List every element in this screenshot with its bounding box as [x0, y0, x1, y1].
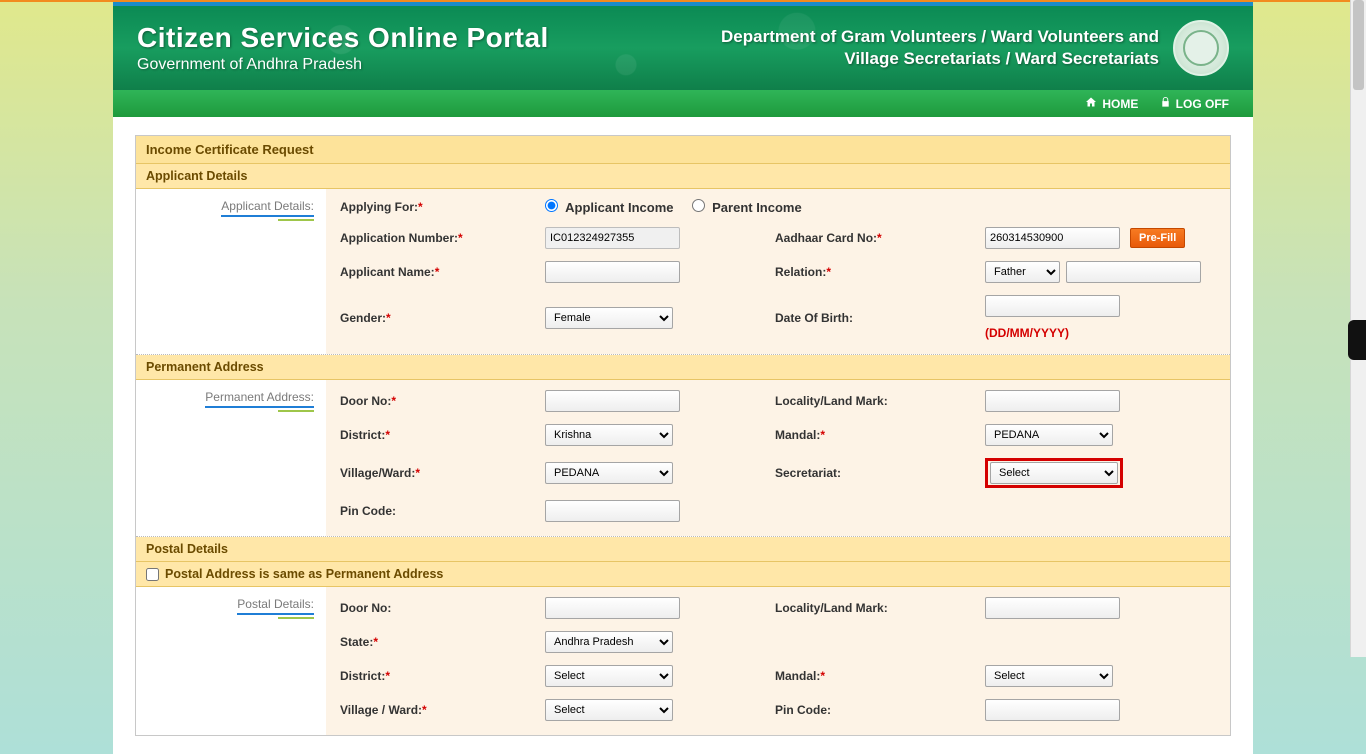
dob-label: Date Of Birth:: [775, 311, 853, 325]
scrollbar-thumb[interactable]: [1353, 0, 1364, 90]
postal-pincode-input[interactable]: [985, 699, 1120, 721]
postal-locality-input[interactable]: [985, 597, 1120, 619]
radio-applicant-income[interactable]: [545, 199, 558, 212]
relation-name-input[interactable]: [1066, 261, 1201, 283]
side-label-applicant-text: Applicant Details:: [221, 199, 314, 217]
panel-postal: Postal Details: Door No: Locality/Land M…: [136, 587, 1230, 735]
dob-hint: (DD/MM/YYYY): [985, 326, 1069, 340]
side-label-postal: Postal Details:: [136, 587, 326, 735]
dob-input[interactable]: [985, 295, 1120, 317]
page-wrapper: Citizen Services Online Portal Governmen…: [113, 2, 1253, 754]
postal-state-label: State:: [340, 635, 373, 649]
same-as-checkbox[interactable]: [146, 568, 159, 581]
perm-mandal-select[interactable]: PEDANA: [985, 424, 1113, 446]
perm-mandal-label: Mandal:: [775, 428, 820, 442]
prefill-button[interactable]: Pre-Fill: [1130, 228, 1185, 248]
radio-parent-income[interactable]: [692, 199, 705, 212]
logoff-link[interactable]: LOG OFF: [1160, 96, 1229, 111]
top-nav: HOME LOG OFF: [113, 90, 1253, 117]
secretariat-highlight: Select: [985, 458, 1123, 488]
postal-mandal-label: Mandal:: [775, 669, 820, 683]
gender-label: Gender:: [340, 311, 386, 325]
perm-village-select[interactable]: PEDANA: [545, 462, 673, 484]
relation-label: Relation:: [775, 265, 826, 279]
perm-pincode-input[interactable]: [545, 500, 680, 522]
dept-line-2: Village Secretariats / Ward Secretariats: [721, 48, 1159, 70]
section-postal-label: Postal Details: [146, 542, 228, 556]
gender-select[interactable]: Female: [545, 307, 673, 329]
side-label-applicant: Applicant Details:: [136, 189, 326, 354]
form-box: Income Certificate Request Applicant Det…: [135, 135, 1231, 736]
app-number-input: [545, 227, 680, 249]
applicant-name-label: Applicant Name:: [340, 265, 435, 279]
perm-door-input[interactable]: [545, 390, 680, 412]
radio-applicant-income-wrapper[interactable]: Applicant Income: [545, 199, 674, 215]
section-applicant-label: Applicant Details: [146, 169, 247, 183]
app-number-label: Application Number:: [340, 231, 458, 245]
radio-applicant-income-label: Applicant Income: [565, 200, 673, 215]
dept-line-1: Department of Gram Volunteers / Ward Vol…: [721, 26, 1159, 48]
postal-district-select[interactable]: Select: [545, 665, 673, 687]
applying-for-label: Applying For:: [340, 200, 418, 214]
postal-door-label: Door No:: [340, 601, 391, 615]
postal-pincode-label: Pin Code:: [775, 703, 831, 717]
logoff-link-label: LOG OFF: [1176, 97, 1229, 111]
perm-secretariat-label: Secretariat:: [775, 466, 841, 480]
side-label-postal-text: Postal Details:: [237, 597, 314, 615]
perm-locality-label: Locality/Land Mark:: [775, 394, 888, 408]
home-link[interactable]: HOME: [1085, 96, 1138, 111]
perm-pincode-label: Pin Code:: [340, 504, 396, 518]
lock-icon: [1160, 96, 1171, 111]
section-permanent-address: Permanent Address: [136, 355, 1230, 380]
side-label-permanent: Permanent Address:: [136, 380, 326, 536]
govt-seal-icon: [1173, 20, 1229, 76]
header-banner: Citizen Services Online Portal Governmen…: [113, 2, 1253, 90]
content-area: Income Certificate Request Applicant Det…: [113, 117, 1253, 754]
section-permanent-label: Permanent Address: [146, 360, 264, 374]
portal-subtitle: Government of Andhra Pradesh: [137, 56, 549, 74]
postal-village-label: Village / Ward:: [340, 703, 422, 717]
applicant-name-input[interactable]: [545, 261, 680, 283]
department-lines: Department of Gram Volunteers / Ward Vol…: [721, 26, 1159, 70]
postal-state-select[interactable]: Andhra Pradesh: [545, 631, 673, 653]
postal-door-input[interactable]: [545, 597, 680, 619]
radio-parent-income-wrapper[interactable]: Parent Income: [692, 199, 802, 215]
perm-secretariat-select[interactable]: Select: [990, 462, 1118, 484]
aadhaar-label: Aadhaar Card No:: [775, 231, 877, 245]
portal-title: Citizen Services Online Portal: [137, 22, 549, 54]
perm-district-label: District:: [340, 428, 385, 442]
same-as-label: Postal Address is same as Permanent Addr…: [165, 567, 443, 581]
perm-door-label: Door No:: [340, 394, 391, 408]
radio-parent-income-label: Parent Income: [712, 200, 802, 215]
form-title: Income Certificate Request: [136, 136, 1230, 164]
side-label-permanent-text: Permanent Address:: [205, 390, 314, 408]
panel-permanent: Permanent Address: Door No:* Locality/La…: [136, 380, 1230, 537]
postal-district-label: District:: [340, 669, 385, 683]
section-applicant-details: Applicant Details: [136, 164, 1230, 189]
home-icon: [1085, 96, 1097, 111]
postal-village-select[interactable]: Select: [545, 699, 673, 721]
same-as-row: Postal Address is same as Permanent Addr…: [136, 562, 1230, 587]
perm-district-select[interactable]: Krishna: [545, 424, 673, 446]
perm-village-label: Village/Ward:: [340, 466, 415, 480]
section-postal-details: Postal Details: [136, 537, 1230, 562]
perm-locality-input[interactable]: [985, 390, 1120, 412]
side-feedback-tab[interactable]: [1348, 320, 1366, 360]
relation-select[interactable]: Father: [985, 261, 1060, 283]
postal-mandal-select[interactable]: Select: [985, 665, 1113, 687]
panel-applicant: Applicant Details: Applying For:* Applic…: [136, 189, 1230, 355]
aadhaar-input[interactable]: [985, 227, 1120, 249]
postal-locality-label: Locality/Land Mark:: [775, 601, 888, 615]
home-link-label: HOME: [1102, 97, 1138, 111]
